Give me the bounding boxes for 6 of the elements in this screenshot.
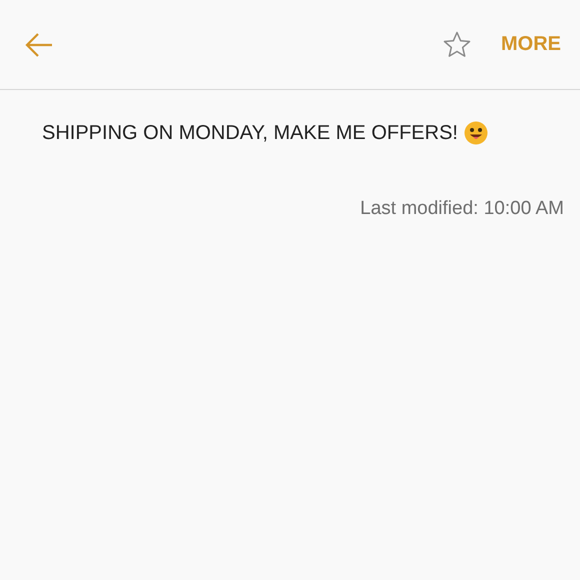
more-button[interactable]: MORE <box>501 33 561 56</box>
note-text: SHIPPING ON MONDAY, MAKE ME OFFERS! <box>42 122 458 144</box>
last-modified-text: Last modified: 10:00 AM <box>360 198 564 220</box>
back-icon[interactable] <box>25 32 53 58</box>
emoji-icon <box>464 121 488 145</box>
star-icon[interactable] <box>443 31 471 58</box>
